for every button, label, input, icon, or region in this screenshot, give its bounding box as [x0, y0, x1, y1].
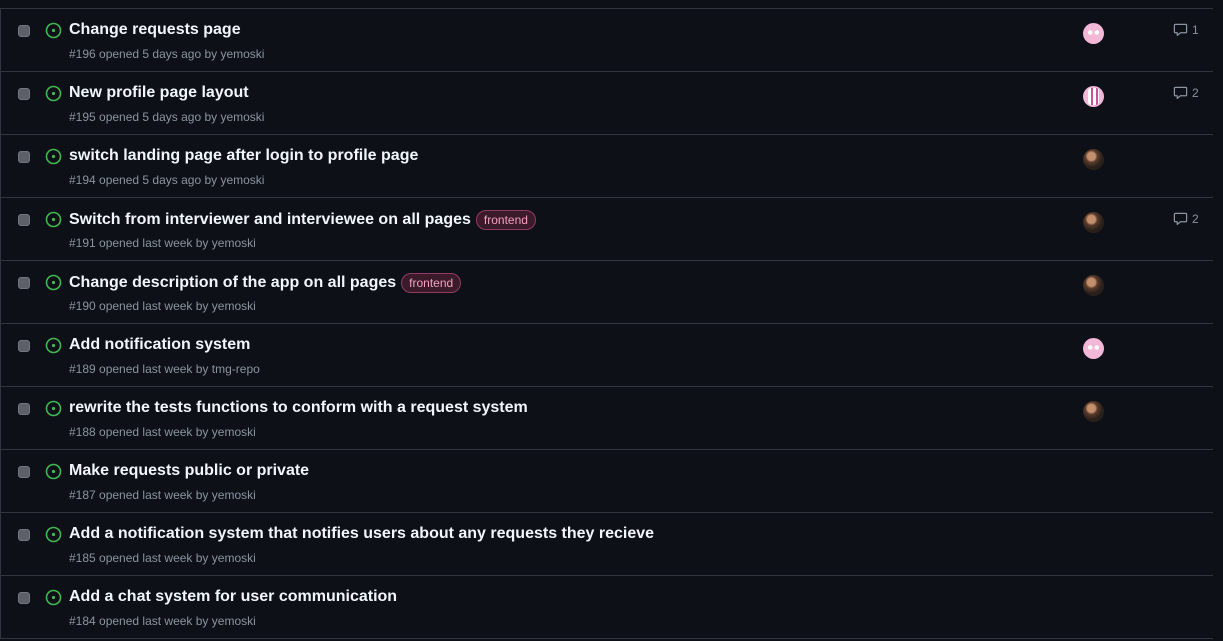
- issue-title-link[interactable]: Change requests page: [69, 21, 241, 39]
- open-issue-icon: [45, 589, 62, 606]
- issue-title-link[interactable]: Change description of the app on all pag…: [69, 274, 396, 292]
- issue-checkbox[interactable]: [18, 340, 30, 352]
- issue-title-link[interactable]: Switch from interviewer and interviewee …: [69, 211, 471, 229]
- issue-meta: #184 opened last week by yemoski: [69, 614, 256, 628]
- issue-checkbox[interactable]: [18, 466, 30, 478]
- issue-row: Change description of the app on all pag…: [1, 261, 1213, 324]
- issue-title-line: Switch from interviewer and interviewee …: [69, 210, 536, 230]
- issue-checkbox[interactable]: [18, 88, 30, 100]
- issue-list: Change requests page #196 opened 5 days …: [0, 8, 1213, 639]
- issue-title-line: switch landing page after login to profi…: [69, 147, 418, 165]
- issue-meta: #187 opened last week by yemoski: [69, 488, 256, 502]
- issue-title-link[interactable]: rewrite the tests functions to conform w…: [69, 399, 528, 417]
- open-issue-icon: [45, 337, 62, 354]
- frontend-label[interactable]: frontend: [475, 210, 536, 230]
- assignee-avatar[interactable]: [1083, 401, 1104, 422]
- issue-title-line: New profile page layout: [69, 84, 249, 102]
- issue-title-line: Add a notification system that notifies …: [69, 525, 654, 543]
- assignee-avatar[interactable]: [1083, 23, 1104, 44]
- comment-count-value: 1: [1192, 22, 1199, 37]
- open-issue-icon: [45, 85, 62, 102]
- issue-title-link[interactable]: switch landing page after login to profi…: [69, 147, 418, 165]
- issue-checkbox[interactable]: [18, 403, 30, 415]
- issue-checkbox[interactable]: [18, 214, 30, 226]
- issue-meta: #189 opened last week by tmg-repo: [69, 362, 260, 376]
- comment-icon: [1173, 86, 1188, 100]
- issue-row: New profile page layout #195 opened 5 da…: [1, 72, 1213, 135]
- open-issue-icon: [45, 526, 62, 543]
- issue-row: Make requests public or private #187 ope…: [1, 450, 1213, 513]
- assignee-avatar[interactable]: [1083, 86, 1104, 107]
- comment-count-value: 2: [1192, 211, 1199, 226]
- issue-checkbox[interactable]: [18, 151, 30, 163]
- issue-title-link[interactable]: Add a chat system for user communication: [69, 588, 397, 606]
- assignee-avatar[interactable]: [1083, 212, 1104, 233]
- issue-title-line: Make requests public or private: [69, 462, 309, 480]
- issue-title-link[interactable]: Add notification system: [69, 336, 250, 354]
- open-issue-icon: [45, 22, 62, 39]
- issue-title-link[interactable]: Add a notification system that notifies …: [69, 525, 654, 543]
- assignee-avatar[interactable]: [1083, 338, 1104, 359]
- issue-checkbox[interactable]: [18, 592, 30, 604]
- comment-count[interactable]: 2: [1173, 85, 1199, 100]
- issue-meta: #194 opened 5 days ago by yemoski: [69, 173, 265, 187]
- issue-title-line: Change requests page: [69, 21, 241, 39]
- issue-title-line: rewrite the tests functions to conform w…: [69, 399, 528, 417]
- issue-checkbox[interactable]: [18, 277, 30, 289]
- assignee-avatar[interactable]: [1083, 149, 1104, 170]
- frontend-label[interactable]: frontend: [401, 273, 462, 293]
- open-issue-icon: [45, 148, 62, 165]
- assignee-avatar[interactable]: [1083, 275, 1104, 296]
- issue-row: Add a notification system that notifies …: [1, 513, 1213, 576]
- issue-title-link[interactable]: Make requests public or private: [69, 462, 309, 480]
- issue-meta: #191 opened last week by yemoski: [69, 236, 256, 250]
- issue-title-line: Change description of the app on all pag…: [69, 273, 462, 293]
- open-issue-icon: [45, 211, 62, 228]
- issue-meta: #196 opened 5 days ago by yemoski: [69, 47, 265, 61]
- comment-icon: [1173, 23, 1188, 37]
- issue-meta: #185 opened last week by yemoski: [69, 551, 256, 565]
- issue-checkbox[interactable]: [18, 529, 30, 541]
- issue-meta: #188 opened last week by yemoski: [69, 425, 256, 439]
- comment-count[interactable]: 1: [1173, 22, 1199, 37]
- issue-checkbox[interactable]: [18, 25, 30, 37]
- issue-row: rewrite the tests functions to conform w…: [1, 387, 1213, 450]
- issue-title-line: Add notification system: [69, 336, 250, 354]
- issue-meta: #190 opened last week by yemoski: [69, 299, 256, 313]
- open-issue-icon: [45, 400, 62, 417]
- comment-icon: [1173, 212, 1188, 226]
- open-issue-icon: [45, 463, 62, 480]
- comment-count-value: 2: [1192, 85, 1199, 100]
- issue-title-line: Add a chat system for user communication: [69, 588, 397, 606]
- issue-meta: #195 opened 5 days ago by yemoski: [69, 110, 265, 124]
- issue-row: switch landing page after login to profi…: [1, 135, 1213, 198]
- issue-row: Add a chat system for user communication…: [1, 576, 1213, 639]
- issue-row: Add notification system #189 opened last…: [1, 324, 1213, 387]
- issue-row: Change requests page #196 opened 5 days …: [1, 9, 1213, 72]
- issue-title-link[interactable]: New profile page layout: [69, 84, 249, 102]
- comment-count[interactable]: 2: [1173, 211, 1199, 226]
- issue-row: Switch from interviewer and interviewee …: [1, 198, 1213, 261]
- open-issue-icon: [45, 274, 62, 291]
